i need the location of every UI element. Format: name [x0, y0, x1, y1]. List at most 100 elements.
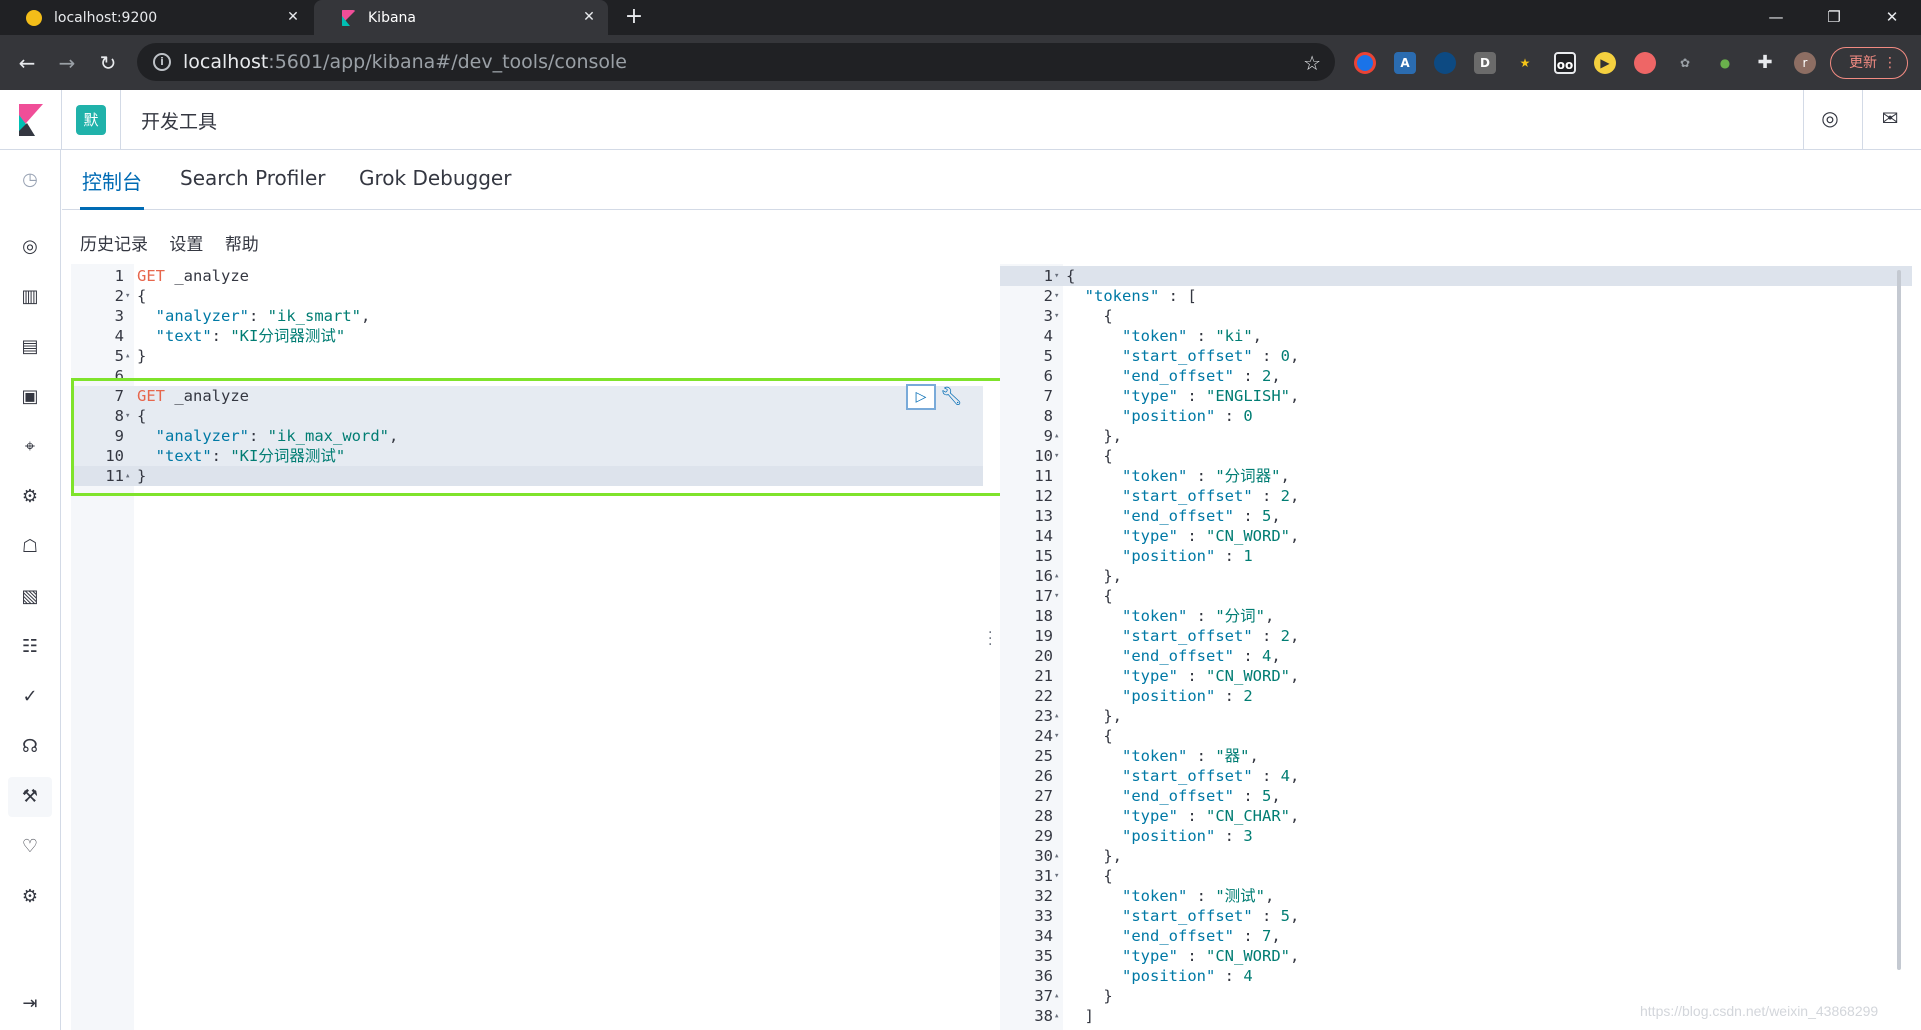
dashboard-icon[interactable]: ▤: [18, 335, 42, 359]
extensions-puzzle-icon[interactable]: ✚: [1754, 52, 1776, 74]
logs-icon[interactable]: ▧: [18, 585, 42, 609]
canvas-icon[interactable]: ▣: [18, 385, 42, 409]
line-number: 3: [1043, 307, 1053, 325]
output-line: 27 "end_offset" : 5,: [1000, 786, 1912, 806]
console-output-panel[interactable]: 1 ▾{2 ▾ "tokens" : [3 ▾ {4 "token" : "ki", 5…: [1000, 264, 1912, 1030]
code-text: {: [1066, 867, 1113, 885]
fold-toggle-icon[interactable]: ▴: [1054, 426, 1064, 446]
uptime-icon[interactable]: ✓: [18, 685, 42, 709]
extension-10-icon[interactable]: ●: [1714, 52, 1736, 74]
fold-toggle-icon[interactable]: ▴: [1054, 706, 1064, 726]
extension-8-icon[interactable]: [1634, 52, 1656, 74]
collapse-nav-icon[interactable]: ⇥: [18, 992, 42, 1016]
fold-toggle-icon[interactable]: ▾: [1054, 586, 1064, 606]
output-line: 24 ▾ {: [1000, 726, 1912, 746]
line-number: 8: [1043, 407, 1053, 425]
tab-console[interactable]: 控制台: [80, 166, 144, 210]
code-text: {: [1066, 447, 1113, 465]
tab-grok-debugger[interactable]: Grok Debugger: [359, 166, 511, 210]
space-selector-avatar[interactable]: 默: [76, 105, 106, 135]
code-text: "start_offset" : 2,: [1122, 627, 1300, 645]
fold-toggle-icon[interactable]: ▴: [1054, 566, 1064, 586]
extension-2-icon[interactable]: A: [1394, 52, 1416, 74]
close-tab-icon[interactable]: ✕: [580, 8, 598, 26]
side-navigation: ◷ ◎ ▥ ▤ ▣ ⌖ ⚙ ☖ ▧ ☷ ✓ ☊ ⚒ ♡ ⚙ ⇥: [0, 150, 61, 1030]
line-number: 1: [114, 267, 124, 285]
dev-tools-wrench-icon[interactable]: ⚒: [8, 777, 52, 817]
output-line: 4 "token" : "ki",: [1000, 326, 1912, 346]
extension-4-icon[interactable]: D: [1474, 52, 1496, 74]
output-line: 34 "end_offset" : 7,: [1000, 926, 1912, 946]
fold-toggle-icon[interactable]: ▾: [1054, 726, 1064, 746]
extension-1-icon[interactable]: [1354, 52, 1376, 74]
infrastructure-icon[interactable]: ☖: [18, 535, 42, 559]
selected-request-highlight-box: [71, 378, 1006, 496]
line-number: 9: [1043, 427, 1053, 445]
help-link[interactable]: 帮助: [225, 235, 259, 255]
address-bar[interactable]: i localhost:5601/app/kibana#/dev_tools/c…: [137, 43, 1335, 81]
kibana-logo-icon[interactable]: [17, 104, 45, 136]
fold-toggle-icon[interactable]: ▴: [1054, 986, 1064, 1006]
pane-resizer-handle[interactable]: · · ·: [988, 626, 992, 652]
fold-toggle-icon[interactable]: ▴: [125, 346, 135, 366]
line-number: 4: [1043, 327, 1053, 345]
extension-7-icon[interactable]: ▶: [1594, 52, 1616, 74]
extension-9-icon[interactable]: ✿: [1674, 52, 1696, 74]
new-tab-icon[interactable]: +: [620, 4, 648, 32]
newsfeed-mail-icon[interactable]: ✉: [1878, 106, 1902, 130]
machine-learning-icon[interactable]: ⚙: [18, 485, 42, 509]
recently-viewed-clock-icon[interactable]: ◷: [18, 168, 42, 192]
output-line: 5 "start_offset" : 0,: [1000, 346, 1912, 366]
visualize-chart-icon[interactable]: ▥: [18, 285, 42, 309]
siem-icon[interactable]: ☊: [18, 735, 42, 759]
extension-6-icon[interactable]: oo: [1554, 52, 1576, 74]
maps-icon[interactable]: ⌖: [18, 435, 42, 459]
discover-compass-icon[interactable]: ◎: [18, 235, 42, 259]
extension-3-icon[interactable]: [1434, 52, 1456, 74]
management-gear-icon[interactable]: ⚙: [18, 885, 42, 909]
output-line: 9 ▴ },: [1000, 426, 1912, 446]
history-link[interactable]: 历史记录: [80, 235, 148, 255]
close-tab-icon[interactable]: ✕: [284, 8, 302, 26]
code-text: "end_offset" : 5,: [1122, 787, 1281, 805]
code-text: {: [1066, 267, 1076, 285]
profile-avatar[interactable]: r: [1794, 52, 1816, 74]
request-actions-wrench-icon[interactable]: 🔧︎: [940, 386, 963, 408]
reload-icon[interactable]: ↻: [93, 48, 123, 78]
extension-5-icon[interactable]: ★: [1514, 52, 1536, 74]
output-line: 10 ▾ {: [1000, 446, 1912, 466]
close-window-icon[interactable]: ✕: [1863, 0, 1921, 35]
code-text: }: [137, 347, 147, 365]
browser-tab-kibana[interactable]: Kibana ✕: [314, 0, 608, 35]
fold-toggle-icon[interactable]: ▾: [1054, 306, 1064, 326]
fold-toggle-icon[interactable]: ▾: [1054, 446, 1064, 466]
fold-toggle-icon[interactable]: ▾: [1054, 266, 1064, 286]
stack-monitoring-icon[interactable]: ♡: [18, 835, 42, 859]
apm-icon[interactable]: ☷: [18, 635, 42, 659]
forward-icon[interactable]: →: [52, 48, 82, 78]
fold-toggle-icon[interactable]: ▾: [125, 286, 135, 306]
output-scrollbar[interactable]: [1897, 270, 1901, 970]
output-line: 33 "start_offset" : 5,: [1000, 906, 1912, 926]
line-number: 13: [1034, 507, 1053, 525]
fold-toggle-icon[interactable]: ▴: [1054, 1006, 1064, 1026]
back-icon[interactable]: ←: [12, 48, 42, 78]
fold-toggle-icon[interactable]: ▴: [1054, 846, 1064, 866]
tab-search-profiler[interactable]: Search Profiler: [180, 166, 325, 210]
fold-toggle-icon[interactable]: ▾: [1054, 286, 1064, 306]
header-divider: [1862, 90, 1863, 150]
line-number: 6: [1043, 367, 1053, 385]
settings-link[interactable]: 设置: [169, 235, 203, 255]
restore-window-icon[interactable]: ❐: [1805, 0, 1863, 35]
site-info-icon[interactable]: i: [153, 53, 171, 71]
send-request-play-icon[interactable]: ▷: [906, 384, 936, 410]
fold-toggle-icon[interactable]: ▾: [1054, 866, 1064, 886]
minimize-window-icon[interactable]: —: [1747, 0, 1805, 35]
bookmark-star-icon[interactable]: ☆: [1303, 51, 1321, 75]
line-number: 37: [1034, 987, 1053, 1005]
line-number: 26: [1034, 767, 1053, 785]
browser-tab-elasticsearch[interactable]: localhost:9200 ✕: [0, 0, 312, 35]
help-menu-icon[interactable]: ◎: [1818, 106, 1842, 130]
browser-update-button[interactable]: 更新 ⋮: [1830, 47, 1908, 79]
line-number: 24: [1034, 727, 1053, 745]
